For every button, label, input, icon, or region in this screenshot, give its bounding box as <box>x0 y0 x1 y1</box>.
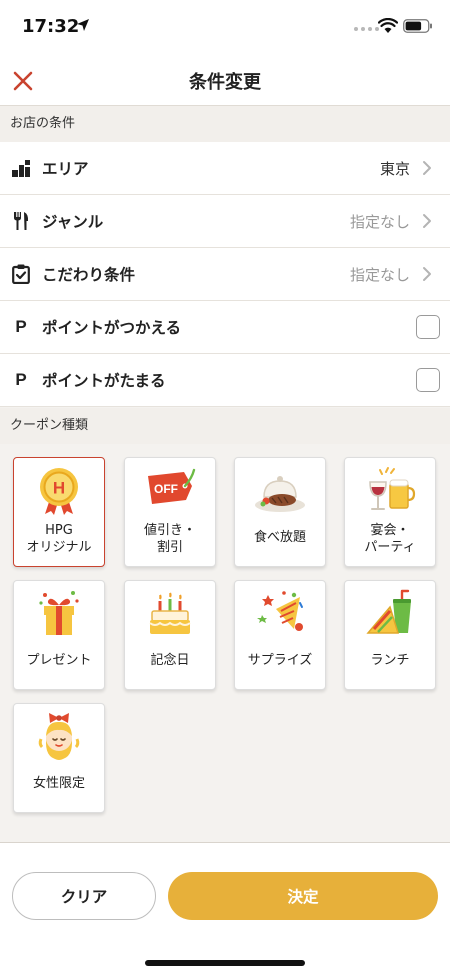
coupon-hpg-original[interactable]: H HPG オリジナル <box>13 457 105 567</box>
points-usable-label: ポイントがつかえる <box>42 319 182 337</box>
coupon-label: 記念日 <box>150 653 190 668</box>
svg-text:H: H <box>53 479 65 498</box>
status-bar: 17:32 <box>0 0 450 56</box>
area-label: エリア <box>42 160 89 178</box>
genre-value: 指定なし <box>349 212 410 231</box>
points-earn-checkbox[interactable] <box>416 368 440 392</box>
preferences-value: 指定なし <box>349 265 410 284</box>
coupon-women-only[interactable]: 女性限定 <box>13 703 105 813</box>
coupon-label: 食べ放題 <box>253 530 306 545</box>
sandwich-drink-icon <box>366 589 411 634</box>
genre-row[interactable]: ジャンル 指定なし <box>0 195 450 248</box>
coupon-all-you-can-eat[interactable]: 食べ放題 <box>234 457 326 567</box>
coupon-type-header: クーポン種類 <box>0 408 450 444</box>
genre-label: ジャンル <box>42 213 104 231</box>
coupon-present[interactable]: プレゼント <box>13 580 105 690</box>
points-earn-label: ポイントがたまる <box>42 372 166 390</box>
cellular-signal-icon <box>354 27 379 31</box>
coupon-lunch[interactable]: ランチ <box>344 580 436 690</box>
coupon-label: 女性限定 <box>32 776 85 791</box>
clear-button[interactable]: クリア <box>12 872 156 920</box>
store-conditions-header: お店の条件 <box>0 106 450 142</box>
wifi-icon <box>378 18 398 33</box>
woman-face-icon <box>38 713 80 760</box>
area-value: 東京 <box>379 159 410 178</box>
coupon-label: サプライズ <box>247 653 313 668</box>
chevron-right-icon <box>422 213 450 229</box>
decide-button[interactable]: 決定 <box>168 872 438 920</box>
coupon-surprise[interactable]: サプライズ <box>234 580 326 690</box>
home-indicator[interactable] <box>145 960 305 966</box>
coupon-label: 宴会・ パーティ <box>364 523 416 555</box>
chevron-right-icon <box>422 160 450 176</box>
coupon-label: プレゼント <box>26 653 92 668</box>
area-row[interactable]: エリア 東京 <box>0 142 450 195</box>
svg-text:OFF: OFF <box>154 482 178 496</box>
hpg-medal-icon: H <box>40 468 78 515</box>
area-icon <box>12 160 30 177</box>
coupon-banquet-party[interactable]: 宴会・ パーティ <box>344 457 436 567</box>
chevron-right-icon <box>422 266 450 282</box>
gift-icon <box>39 591 79 635</box>
points-usable-row[interactable]: P ポイントがつかえる <box>0 301 450 354</box>
coupon-anniversary[interactable]: 記念日 <box>124 580 216 690</box>
page-title: 条件変更 <box>189 72 261 93</box>
cake-icon <box>149 592 191 634</box>
status-time: 17:32 <box>22 16 80 37</box>
clipboard-check-icon <box>12 264 30 284</box>
toast-glasses-icon <box>369 467 416 510</box>
points-icon: P <box>15 317 27 336</box>
points-earn-row[interactable]: P ポイントがたまる <box>0 354 450 407</box>
points-usable-checkbox[interactable] <box>416 315 440 339</box>
preferences-row[interactable]: こだわり条件 指定なし <box>0 248 450 301</box>
coupon-grid: H HPG オリジナル OFF 値引き・ 割引 食べ放題 宴会・ パーティ プレ… <box>0 444 450 842</box>
party-popper-icon <box>257 591 303 631</box>
nav-bar: 条件変更 <box>0 56 450 106</box>
location-arrow-icon <box>77 19 89 31</box>
coupon-label: 値引き・ 割引 <box>143 523 196 555</box>
preferences-label: こだわり条件 <box>42 266 136 284</box>
buffet-dome-icon <box>255 476 305 512</box>
fork-knife-icon <box>14 212 29 230</box>
off-tag-icon: OFF <box>148 468 196 504</box>
points-icon: P <box>15 370 27 389</box>
coupon-label: ランチ <box>370 653 410 668</box>
bottom-action-bar: クリア 決定 <box>0 842 450 974</box>
coupon-label: HPG オリジナル <box>26 523 92 555</box>
coupon-discount[interactable]: OFF 値引き・ 割引 <box>124 457 216 567</box>
battery-icon <box>403 19 432 33</box>
